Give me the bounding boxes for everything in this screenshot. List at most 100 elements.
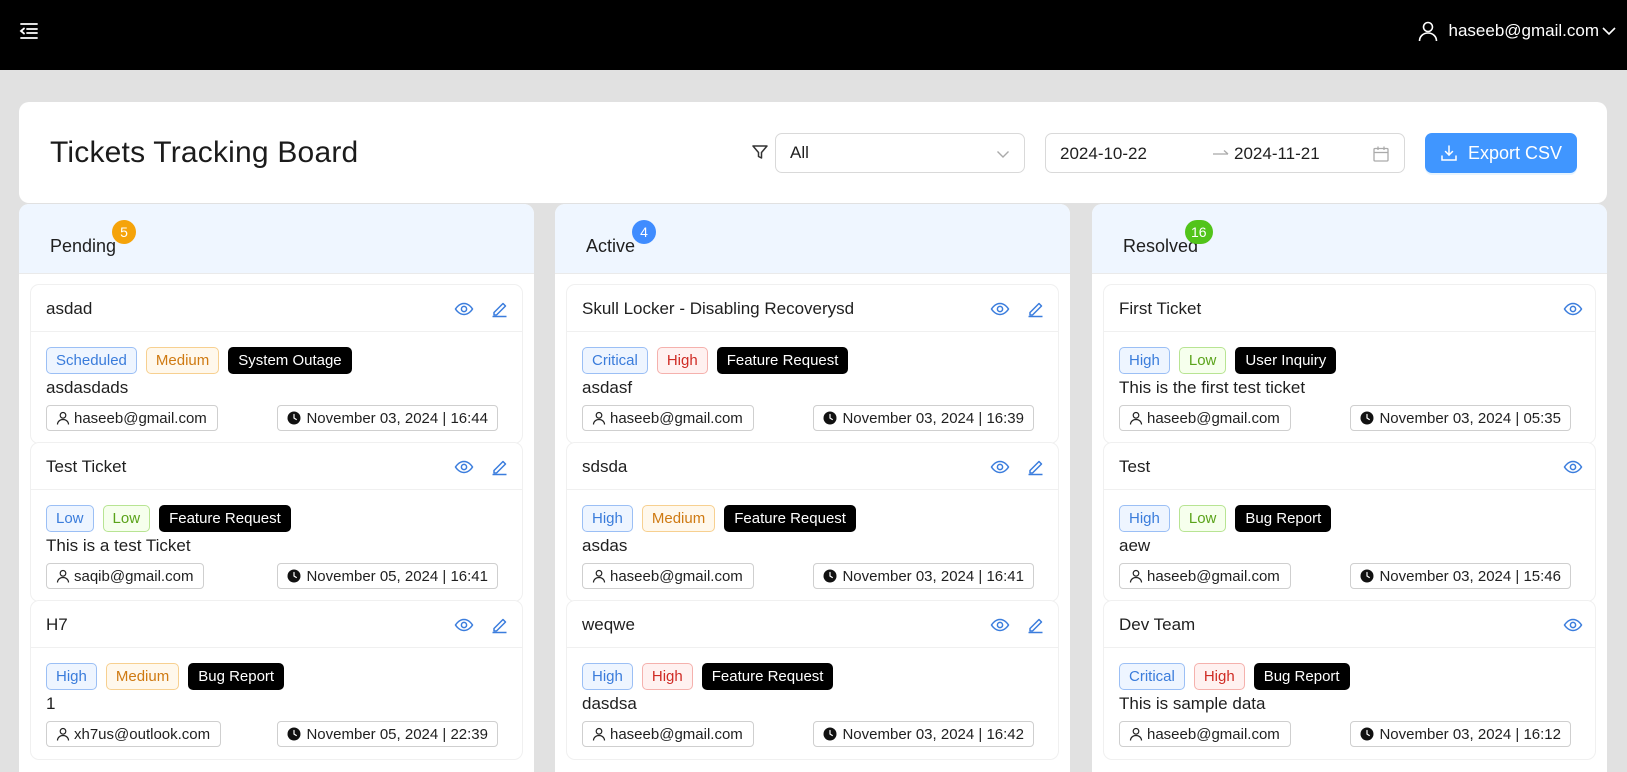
category-tag: Bug Report xyxy=(1253,663,1350,690)
ticket-header: sdsda xyxy=(567,443,1058,490)
ticket-header: Test Ticket xyxy=(31,443,522,490)
ticket-timestamp: November 05, 2024 | 22:39 xyxy=(277,721,498,747)
ticket-timestamp: November 03, 2024 | 15:46 xyxy=(1350,563,1571,589)
ticket-title: weqwe xyxy=(582,615,635,634)
eye-icon[interactable] xyxy=(990,457,1010,477)
ticket-description: 1 xyxy=(46,694,56,713)
category-tag: Feature Request xyxy=(159,505,291,532)
clock-icon xyxy=(1360,569,1374,583)
ticket-title: Test xyxy=(1119,457,1151,476)
eye-icon[interactable] xyxy=(1563,615,1583,635)
ticket-title: Skull Locker - Disabling Recoverysd xyxy=(582,299,855,318)
column-pending: Pending 5 asdad Scheduled Medium System … xyxy=(19,204,534,772)
status-tag: Critical xyxy=(1119,663,1185,690)
ticket-description: dasdsa xyxy=(582,694,637,713)
eye-icon[interactable] xyxy=(454,457,474,477)
filter-icon xyxy=(752,145,768,159)
user-icon xyxy=(56,411,70,425)
ticket-card[interactable]: weqwe High High Feature Request dasdsa h… xyxy=(566,600,1059,760)
chevron-down-icon xyxy=(1602,27,1616,36)
clock-icon xyxy=(823,411,837,425)
category-tag: Feature Request xyxy=(716,347,849,374)
column-header: Pending 5 xyxy=(19,204,534,274)
ticket-tags: Scheduled Medium System Outage xyxy=(46,347,361,374)
edit-icon[interactable] xyxy=(1026,457,1045,476)
user-icon xyxy=(1418,21,1437,42)
ticket-card[interactable]: H7 High Medium Bug Report 1 xh7us@outloo… xyxy=(30,600,523,760)
ticket-tags: High Low Bug Report xyxy=(1119,505,1340,532)
edit-icon[interactable] xyxy=(1026,615,1045,634)
column-title: Active xyxy=(586,236,636,256)
eye-icon[interactable] xyxy=(990,615,1010,635)
ticket-description: asdasdads xyxy=(46,378,129,397)
eye-icon[interactable] xyxy=(1563,299,1583,319)
user-menu[interactable]: haseeb@gmail.com xyxy=(1417,16,1618,46)
ticket-header: weqwe xyxy=(567,601,1058,648)
status-tag: Critical xyxy=(582,347,648,374)
status-tag: Low xyxy=(46,505,94,532)
category-tag: Feature Request xyxy=(701,663,834,690)
ticket-card[interactable]: Test High Low Bug Report aew haseeb@gmai… xyxy=(1103,442,1596,602)
export-csv-button[interactable]: Export CSV xyxy=(1425,133,1577,173)
clock-icon xyxy=(287,727,301,741)
ticket-description: asdasf xyxy=(582,378,633,397)
status-tag: High xyxy=(1119,505,1170,532)
count-badge: 16 xyxy=(1185,220,1213,244)
ticket-tags: High High Feature Request xyxy=(582,663,842,690)
clock-icon xyxy=(1360,411,1374,425)
ticket-tags: Critical High Bug Report xyxy=(1119,663,1359,690)
eye-icon[interactable] xyxy=(454,615,474,635)
status-filter-value: All xyxy=(790,143,809,162)
eye-icon[interactable] xyxy=(990,299,1010,319)
ticket-tags: Low Low Feature Request xyxy=(46,505,300,532)
date-end-input[interactable]: 2024-11-21 xyxy=(1234,144,1320,164)
user-icon xyxy=(56,569,70,583)
ticket-timestamp: November 05, 2024 | 16:41 xyxy=(277,563,498,589)
ticket-timestamp: November 03, 2024 | 16:12 xyxy=(1350,721,1571,747)
ticket-card[interactable]: Test Ticket Low Low Feature Request This… xyxy=(30,442,523,602)
edit-icon[interactable] xyxy=(490,615,509,634)
chevron-down-icon xyxy=(997,151,1009,158)
ticket-user: xh7us@outlook.com xyxy=(46,721,222,747)
ticket-timestamp: November 03, 2024 | 16:39 xyxy=(813,405,1034,431)
priority-tag: Low xyxy=(1178,347,1227,374)
ticket-timestamp: November 03, 2024 | 16:41 xyxy=(813,563,1034,589)
date-start-input[interactable]: 2024-10-22 xyxy=(1060,144,1147,164)
clock-icon xyxy=(823,727,837,741)
category-tag: Bug Report xyxy=(1235,505,1332,532)
ticket-user: haseeb@gmail.com xyxy=(582,563,754,589)
ticket-card[interactable]: sdsda High Medium Feature Request asdas … xyxy=(566,442,1059,602)
ticket-title: H7 xyxy=(46,615,68,634)
status-filter-select[interactable]: All xyxy=(775,133,1025,173)
ticket-card[interactable]: asdad Scheduled Medium System Outage asd… xyxy=(30,284,523,444)
user-icon xyxy=(1129,727,1143,741)
calendar-icon xyxy=(1373,146,1389,162)
ticket-header: asdad xyxy=(31,285,522,332)
status-tag: Scheduled xyxy=(46,347,137,374)
eye-icon[interactable] xyxy=(1563,457,1583,477)
ticket-card[interactable]: Skull Locker - Disabling Recoverysd Crit… xyxy=(566,284,1059,444)
count-badge: 5 xyxy=(112,220,136,244)
eye-icon[interactable] xyxy=(454,299,474,319)
ticket-description: This is a test Ticket xyxy=(46,536,191,555)
column-title: Pending xyxy=(50,236,117,256)
date-range-picker[interactable]: 2024-10-22 2024-11-21 xyxy=(1045,133,1405,173)
edit-icon[interactable] xyxy=(490,457,509,476)
user-icon xyxy=(592,569,606,583)
edit-icon[interactable] xyxy=(1026,299,1045,318)
ticket-user: haseeb@gmail.com xyxy=(582,721,754,747)
edit-icon[interactable] xyxy=(490,299,509,318)
page-title: Tickets Tracking Board xyxy=(50,136,359,169)
priority-tag: High xyxy=(1193,663,1245,690)
ticket-header: First Ticket xyxy=(1104,285,1595,332)
clock-icon xyxy=(1360,727,1374,741)
ticket-description: asdas xyxy=(582,536,628,555)
ticket-header: Skull Locker - Disabling Recoverysd xyxy=(567,285,1058,332)
category-tag: System Outage xyxy=(228,347,352,374)
board-header: Tickets Tracking Board All 2024-10-22 20… xyxy=(19,102,1607,203)
ticket-header: Test xyxy=(1104,443,1595,490)
menu-fold-icon[interactable] xyxy=(18,20,40,42)
ticket-header: H7 xyxy=(31,601,522,648)
ticket-card[interactable]: Dev Team Critical High Bug Report This i… xyxy=(1103,600,1596,760)
ticket-card[interactable]: First Ticket High Low User Inquiry This … xyxy=(1103,284,1596,444)
